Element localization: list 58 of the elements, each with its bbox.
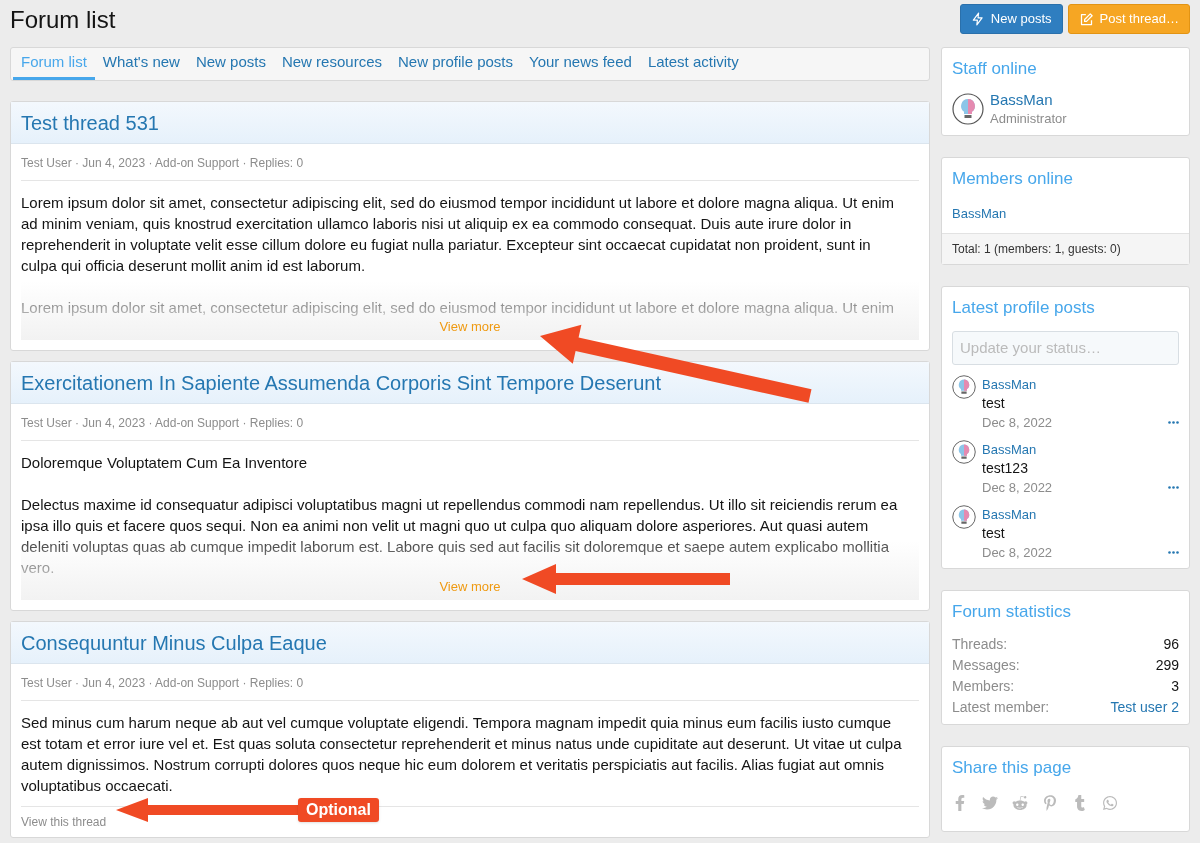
more-options-icon[interactable] [1168,420,1179,424]
post-author-link[interactable]: BassMan [982,504,1179,524]
member-name-link[interactable]: BassMan [990,89,1067,109]
post-date: Dec 8, 2022 [982,478,1053,497]
post-meta: Test User · Jun 4, 2023 · Add-on Support · Replies: 0 [21,404,919,441]
lightning-icon [970,12,985,26]
nav-tab[interactable]: New posts [187,48,274,80]
nav-tab[interactable]: Forum list [13,48,95,80]
stat-value: 3 [1171,677,1179,696]
post-author-link[interactable]: BassMan [982,439,1179,459]
member-name-link[interactable]: BassMan [952,206,1007,221]
post-paragraph: Doloremque Voluptatem Cum Ea Inventore [21,453,308,473]
stat-label: Messages: [952,656,1020,675]
nav-tab[interactable]: Latest activity [639,48,747,80]
more-options-icon[interactable] [1168,485,1179,489]
post-author-link[interactable]: BassMan [982,374,1179,394]
more-options-icon[interactable] [1168,550,1179,554]
member-role: Administrator [990,109,1067,128]
block-title: Latest profile posts [952,297,1096,319]
nav-tab[interactable]: Your news feed [521,48,640,80]
stat-label: Threads: [952,635,1008,654]
post-meta: Test User · Jun 4, 2023 · Add-on Support · Replies: 0 [21,664,919,701]
post-paragraph: Lorem ipsum dolor sit amet, consectetur adipiscing elit, sed do eiusmod tempor incididunt ut labore et dolore magna aliqua. Ut enim ad minim veniam, quis knostrud exercitation ullamco laboris nisi ut aliquip ex ea commodo consequat. Duis aute irure dolor in reprehenderit in voluptate velit esse cillum dolore eu fugiat nulla pariatur. Excepteur sint occaecat cupidatat non proident, sunt in culpa qui officia deserunt mollit anim id est laborum. [21,193,895,276]
nav-tab[interactable]: New resources [273,48,390,80]
post-paragraph: Delectus maxime id consequatur adipisci voluptatibus magni ut repellendus commodi nam repellendus. Ut illo sit reiciendis rerum ea ipsa illo quis et facere quos sequi. Non ea animi non velit ut magni quo ut culpa quo aliquam dolore asperiores. Aut quasi autem deleniti voluptas quas ab cumque impedit laborum est. Labore quis sed aut facilis sit doloremque et saepe autem explicabo mollitia vero. [21,495,899,578]
block-title: Share this page [952,757,1073,779]
view-thread-link[interactable]: View this thread [21,807,107,837]
profile-post-text: test [982,523,1006,543]
stat-label: Members: [952,677,1015,696]
post-title-link[interactable]: Consequuntur Minus Culpa Eaque [21,627,327,658]
post-paragraph: Lorem ipsum dolor sit amet, consectetur adipiscing elit, sed do eiusmod tempor incididunt ut labore et dolore magna aliqua. Ut enim [21,298,895,318]
lightbulb-avatar[interactable] [952,504,976,529]
block-footer: Total: 1 (members: 1, guests: 0) [942,233,1189,264]
post-date: Dec 8, 2022 [982,543,1053,562]
nav-tab[interactable]: What's new [94,48,188,80]
post-meta: Test User · Jun 4, 2023 · Add-on Support · Replies: 0 [21,144,919,181]
profile-post-text: test [982,393,1006,413]
lightbulb-avatar[interactable] [952,374,976,399]
post-title-link[interactable]: Test thread 531 [21,107,159,138]
stat-value: 299 [1155,656,1179,675]
stat-label: Latest member: [952,698,1050,717]
page-title: Forum list [10,6,116,34]
nav-tab[interactable]: New profile posts [390,48,522,80]
block-title: Forum statistics [952,600,1073,623]
header-button[interactable]: New posts [959,4,1063,34]
stat-value: 96 [1163,635,1179,654]
stat-value-link[interactable]: Test user 2 [1110,697,1179,718]
post-date: Dec 8, 2022 [982,413,1053,432]
profile-post-text: test123 [982,458,1029,478]
post-paragraph: Sed minus cum harum neque ab aut vel cumque voluptate eligendi. Tempora magnam impedit quia minus eum facilis iusto cumque est totam et error iure vel et. Est quas soluta consectetur reprehenderit et minus natus unde cupiditate aut deserunt. Ut vitae ut culpa autem dignissimos. Nostrum corrupti dolores quos neque hic eum dolorem et veritatis perspiciatis aut facilis. Alias fugiat aut omnis voluptatibus occaecati. [21,713,903,796]
status-input-field[interactable]: Update your status… [952,330,1179,365]
edit-icon [1078,11,1094,27]
post-title-link[interactable]: Exercitationem In Sapiente Assumenda Corporis Sint Tempore Deserunt [21,367,661,398]
lightbulb-avatar[interactable] [952,439,976,464]
lightbulb-avatar[interactable] [952,92,984,125]
block-title: Members online [952,167,1074,190]
block-title: Staff online [952,58,1038,80]
annotation-label: Optional [298,798,379,822]
